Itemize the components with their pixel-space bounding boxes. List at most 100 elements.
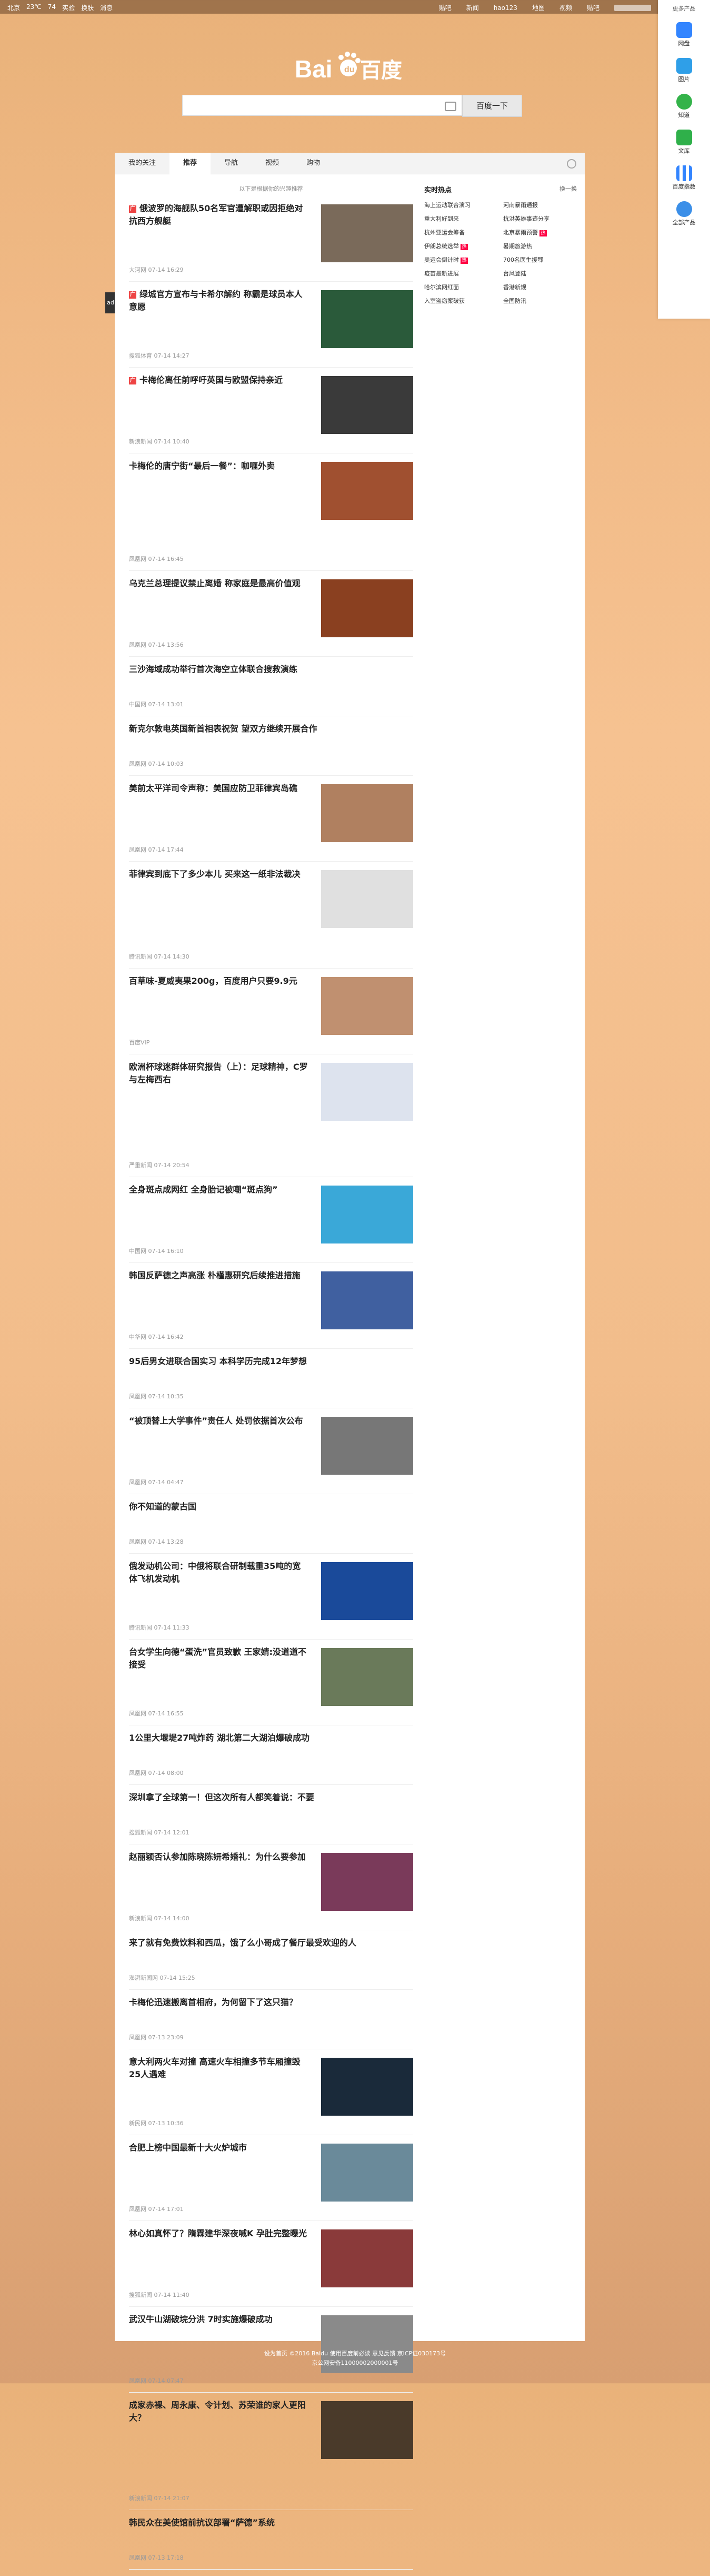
news-item[interactable]: 俄发动机公司：中俄将联合研制载重35吨的宽体飞机发动机 腾讯新闻 07-14 11… — [129, 1560, 413, 1640]
news-title[interactable]: 美前太平洋司令声称：美国应防卫菲律宾岛礁 — [129, 782, 308, 795]
news-item[interactable]: 深圳拿了全球第一！但这次所有人都笑着说：不要 搜狐新闻 07-14 12:01 — [129, 1791, 413, 1844]
news-item[interactable]: 乌克兰总理提议禁止离婚 称家庭是最高价值观 凤凰网 07-14 13:56 — [129, 577, 413, 657]
lab-link[interactable]: 实验 — [62, 3, 75, 12]
hot-item[interactable]: 北京暴雨预警热 — [503, 228, 577, 236]
news-title-text[interactable]: 俄发动机公司：中俄将联合研制载重35吨的宽体飞机发动机 — [129, 1561, 301, 1584]
tab-video[interactable]: 视频 — [252, 153, 293, 174]
news-title-text[interactable]: 韩国反萨德之声高涨 朴槿惠研究后续推进措施 — [129, 1270, 301, 1280]
nav-news[interactable]: 新闻 — [466, 3, 479, 12]
news-title-text[interactable]: 台女学生向德“蛋洗”官员致歉 王家婧:没道道不接受 — [129, 1647, 306, 1670]
news-title[interactable]: 95后男女进联合国实习 本科学历完成12年梦想 — [129, 1355, 413, 1368]
news-item[interactable]: 赵丽颖否认参加陈晓陈妍希婚礼：为什么要参加 新浪新闻 07-14 14:00 — [129, 1851, 413, 1930]
news-title[interactable]: 1公里大堰堤27吨炸药 湖北第二大湖泊爆破成功 — [129, 1732, 413, 1744]
news-title[interactable]: 赵丽颖否认参加陈晓陈妍希婚礼：为什么要参加 — [129, 1851, 308, 1863]
news-item[interactable]: 合肥上榜中国最新十大火炉城市 凤凰网 07-14 17:01 — [129, 2141, 413, 2221]
news-thumbnail[interactable] — [321, 1562, 413, 1620]
news-title[interactable]: 新克尔敦电英国新首相表祝贺 望双方继续开展合作 — [129, 723, 413, 735]
hot-item[interactable]: 暑期旅游热 — [503, 242, 577, 250]
news-title[interactable]: 广绿城官方宣布与卡希尔解约 称霸是球员本人意愿 — [129, 288, 308, 313]
news-title[interactable]: 卡梅伦的唐宁街“最后一餐”：咖喱外卖 — [129, 460, 308, 472]
message-link[interactable]: 消息 — [100, 3, 113, 12]
news-item[interactable]: 来了就有免费饮料和西瓜，饿了么小哥成了餐厅最受欢迎的人 澎湃新闻网 07-14 1… — [129, 1937, 413, 1990]
news-thumbnail[interactable] — [321, 1853, 413, 1911]
rail-item-wenku[interactable]: 文库 — [658, 130, 710, 162]
news-title-text[interactable]: 武汉牛山湖破垸分洪 7时实施爆破成功 — [129, 2314, 273, 2324]
footer-links[interactable]: 设为首页 ©2016 Baidu 使用百度前必读 意见反馈 京ICP证03017… — [0, 2349, 710, 2358]
search-button[interactable]: 百度一下 — [462, 95, 522, 117]
news-item[interactable]: 意大利两火车对撞 高速火车相撞多节车厢撞毁25人遇难 新民网 07-13 10:3… — [129, 2056, 413, 2135]
side-ad-tag[interactable]: ad — [105, 292, 116, 313]
news-title-text[interactable]: 95后男女进联合国实习 本科学历完成12年梦想 — [129, 1356, 307, 1366]
news-title[interactable]: 意大利两火车对撞 高速火车相撞多节车厢撞毁25人遇难 — [129, 2056, 308, 2081]
news-title-text[interactable]: 卡梅伦离任前呼吁英国与欧盟保持亲近 — [139, 375, 283, 385]
news-title[interactable]: 台女学生向德“蛋洗”官员致歉 王家婧:没道道不接受 — [129, 1646, 308, 1671]
rail-item-index[interactable]: 百度指数 — [658, 165, 710, 198]
news-thumbnail[interactable] — [321, 579, 413, 637]
news-title-text[interactable]: 卡梅伦迅速搬离首相府，为何留下了这只猫？ — [129, 1997, 297, 2007]
news-title[interactable]: 全身斑点成网红 全身胎记被嘲“斑点狗” — [129, 1183, 308, 1196]
news-item[interactable]: “被顶替上大学事件”责任人 处罚依据首次公布 凤凰网 07-14 04:47 — [129, 1415, 413, 1494]
news-item[interactable]: 韩民众在美使馆前抗议部署“萨德”系统 凤凰网 07-13 17:18 — [129, 2516, 413, 2570]
news-title-text[interactable]: 三沙海域成功举行首次海空立体联合搜救演练 — [129, 664, 297, 674]
news-title[interactable]: 你不知道的蒙古国 — [129, 1501, 413, 1513]
hot-item[interactable]: 抗洪英雄事迹分享 — [503, 214, 577, 223]
tab-follow[interactable]: 我的关注 — [115, 153, 169, 174]
news-title[interactable]: 菲律宾到底下了多少本儿 买来这一纸非法裁决 — [129, 868, 308, 881]
camera-icon[interactable] — [445, 102, 456, 111]
rail-item-zhidao[interactable]: 知道 — [658, 94, 710, 126]
news-title-text[interactable]: 新克尔敦电英国新首相表祝贺 望双方继续开展合作 — [129, 724, 317, 734]
news-item[interactable]: 1公里大堰堤27吨炸药 湖北第二大湖泊爆破成功 凤凰网 07-14 08:00 — [129, 1732, 413, 1785]
hot-item[interactable]: 海上运动联合演习 — [424, 201, 503, 209]
news-title[interactable]: 广卡梅伦离任前呼吁英国与欧盟保持亲近 — [129, 374, 308, 387]
news-thumbnail[interactable] — [321, 784, 413, 842]
news-thumbnail[interactable] — [321, 462, 413, 520]
news-title[interactable]: 深圳拿了全球第一！但这次所有人都笑着说：不要 — [129, 1791, 413, 1804]
news-thumbnail[interactable] — [321, 290, 413, 348]
news-title[interactable]: “被顶替上大学事件”责任人 处罚依据首次公布 — [129, 1415, 308, 1427]
news-thumbnail[interactable] — [321, 2144, 413, 2202]
news-title-text[interactable]: 美前太平洋司令声称：美国应防卫菲律宾岛礁 — [129, 783, 297, 793]
news-item[interactable]: 美前太平洋司令声称：美国应防卫菲律宾岛礁 凤凰网 07-14 17:44 — [129, 782, 413, 862]
news-thumbnail[interactable] — [321, 2229, 413, 2287]
news-title-text[interactable]: 百草味-夏威夷果200g，百度用户只要9.9元 — [129, 976, 297, 986]
news-thumbnail[interactable] — [321, 2401, 413, 2459]
hot-item[interactable]: 入室盗窃案破获 — [424, 297, 503, 305]
news-thumbnail[interactable] — [321, 870, 413, 928]
hot-item[interactable]: 杭州亚运会筹备 — [424, 228, 503, 236]
news-item[interactable]: 新克尔敦电英国新首相表祝贺 望双方继续开展合作 凤凰网 07-14 10:03 — [129, 723, 413, 776]
hot-item[interactable]: 重大利好到来 — [424, 214, 503, 223]
news-title-text[interactable]: 赵丽颖否认参加陈晓陈妍希婚礼：为什么要参加 — [129, 1852, 306, 1862]
news-title[interactable]: 合肥上榜中国最新十大火炉城市 — [129, 2141, 308, 2154]
city-label[interactable]: 北京 — [7, 3, 20, 12]
news-title[interactable]: 三沙海域成功举行首次海空立体联合搜救演练 — [129, 663, 413, 676]
news-thumbnail[interactable] — [321, 1063, 413, 1121]
news-title[interactable]: 韩国反萨德之声高涨 朴槿惠研究后续推进措施 — [129, 1269, 308, 1282]
news-thumbnail[interactable] — [321, 977, 413, 1035]
hot-item[interactable]: 台风登陆 — [503, 269, 577, 278]
nav-hao123[interactable]: hao123 — [494, 4, 517, 12]
news-title-text[interactable]: 成家赤裸、周永康、令计划、苏荣谁的家人更阳大？ — [129, 2400, 306, 2423]
news-title-text[interactable]: 来了就有免费饮料和西瓜，饿了么小哥成了餐厅最受欢迎的人 — [129, 1938, 356, 1948]
news-item[interactable]: 韩国反萨德之声高涨 朴槿惠研究后续推进措施 中华网 07-14 16:42 — [129, 1269, 413, 1349]
tab-nav[interactable]: 导航 — [211, 153, 252, 174]
news-title-text[interactable]: 菲律宾到底下了多少本儿 买来这一纸非法裁决 — [129, 869, 301, 879]
news-title-text[interactable]: 俄波罗的海舰队50名军官遭解职或因拒绝对抗西方舰艇 — [129, 203, 303, 226]
news-title-text[interactable]: 卡梅伦的唐宁街“最后一餐”：咖喱外卖 — [129, 461, 275, 471]
news-item[interactable]: 成家赤裸、周永康、令计划、苏荣谁的家人更阳大？ 新浪新闻 07-14 21:07 — [129, 2399, 413, 2510]
tab-shopping[interactable]: 购物 — [293, 153, 334, 174]
hot-item[interactable]: 香港新规 — [503, 283, 577, 291]
weather-label[interactable]: 23℃ — [26, 3, 42, 12]
news-title-text[interactable]: 欧洲杯球迷群体研究报告（上）：足球精神，C罗与左梅西右 — [129, 1062, 308, 1084]
news-title[interactable]: 武汉牛山湖破垸分洪 7时实施爆破成功 — [129, 2313, 308, 2326]
hot-item[interactable]: 700名医生援鄂 — [503, 255, 577, 264]
gear-icon[interactable] — [567, 159, 576, 169]
news-title-text[interactable]: 1公里大堰堤27吨炸药 湖北第二大湖泊爆破成功 — [129, 1733, 309, 1743]
nav-tieba-2[interactable]: 贴吧 — [587, 3, 599, 12]
news-item[interactable]: 三沙海域成功举行首次海空立体联合搜救演练 中国网 07-14 13:01 — [129, 663, 413, 716]
news-title[interactable]: 成家赤裸、周永康、令计划、苏荣谁的家人更阳大？ — [129, 2399, 308, 2424]
news-title-text[interactable]: 合肥上榜中国最新十大火炉城市 — [129, 2143, 247, 2153]
news-item[interactable]: 欧洲杯球迷群体研究报告（上）：足球精神，C罗与左梅西右 严重新闻 07-14 20… — [129, 1061, 413, 1177]
nav-tieba[interactable]: 贴吧 — [439, 3, 452, 12]
skin-link[interactable]: 换肤 — [81, 3, 94, 12]
rail-item-pan[interactable]: 网盘 — [658, 22, 710, 55]
